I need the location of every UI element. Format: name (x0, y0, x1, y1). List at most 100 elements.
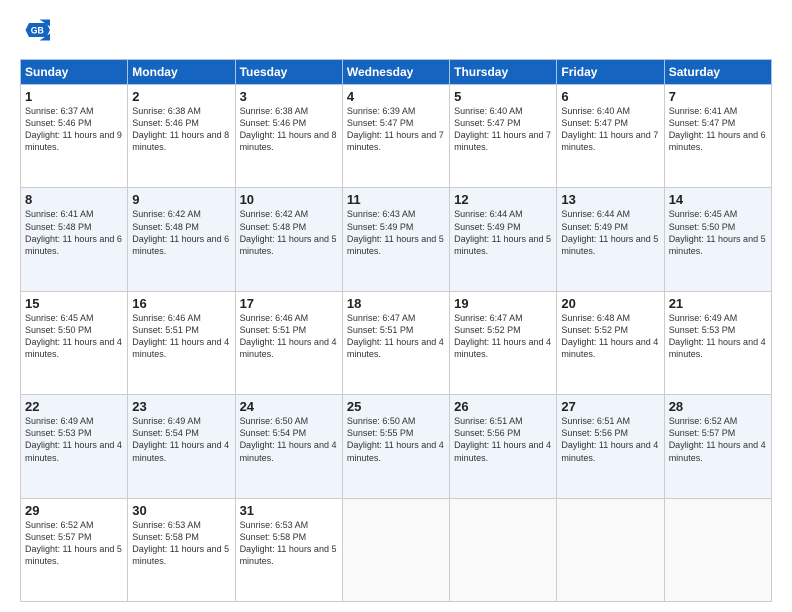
day-number: 6 (561, 89, 659, 104)
cell-details: Sunrise: 6:47 AMSunset: 5:51 PMDaylight:… (347, 312, 445, 361)
day-number: 5 (454, 89, 552, 104)
calendar-cell: 17Sunrise: 6:46 AMSunset: 5:51 PMDayligh… (235, 291, 342, 394)
cell-details: Sunrise: 6:50 AMSunset: 5:55 PMDaylight:… (347, 415, 445, 464)
calendar-cell: 26Sunrise: 6:51 AMSunset: 5:56 PMDayligh… (450, 395, 557, 498)
cell-details: Sunrise: 6:44 AMSunset: 5:49 PMDaylight:… (454, 208, 552, 257)
calendar-cell: 8Sunrise: 6:41 AMSunset: 5:48 PMDaylight… (21, 188, 128, 291)
calendar-cell: 18Sunrise: 6:47 AMSunset: 5:51 PMDayligh… (342, 291, 449, 394)
calendar-cell: 6Sunrise: 6:40 AMSunset: 5:47 PMDaylight… (557, 85, 664, 188)
cell-details: Sunrise: 6:53 AMSunset: 5:58 PMDaylight:… (240, 519, 338, 568)
cell-details: Sunrise: 6:42 AMSunset: 5:48 PMDaylight:… (240, 208, 338, 257)
calendar-cell: 25Sunrise: 6:50 AMSunset: 5:55 PMDayligh… (342, 395, 449, 498)
week-row-4: 22Sunrise: 6:49 AMSunset: 5:53 PMDayligh… (21, 395, 772, 498)
cell-details: Sunrise: 6:37 AMSunset: 5:46 PMDaylight:… (25, 105, 123, 154)
cell-details: Sunrise: 6:38 AMSunset: 5:46 PMDaylight:… (132, 105, 230, 154)
calendar-cell: 16Sunrise: 6:46 AMSunset: 5:51 PMDayligh… (128, 291, 235, 394)
calendar-cell: 28Sunrise: 6:52 AMSunset: 5:57 PMDayligh… (664, 395, 771, 498)
day-number: 8 (25, 192, 123, 207)
calendar-cell: 12Sunrise: 6:44 AMSunset: 5:49 PMDayligh… (450, 188, 557, 291)
cell-details: Sunrise: 6:39 AMSunset: 5:47 PMDaylight:… (347, 105, 445, 154)
weekday-header-wednesday: Wednesday (342, 60, 449, 85)
day-number: 11 (347, 192, 445, 207)
cell-details: Sunrise: 6:45 AMSunset: 5:50 PMDaylight:… (669, 208, 767, 257)
svg-text:GB: GB (31, 26, 44, 36)
cell-details: Sunrise: 6:42 AMSunset: 5:48 PMDaylight:… (132, 208, 230, 257)
week-row-2: 8Sunrise: 6:41 AMSunset: 5:48 PMDaylight… (21, 188, 772, 291)
day-number: 28 (669, 399, 767, 414)
calendar-cell: 31Sunrise: 6:53 AMSunset: 5:58 PMDayligh… (235, 498, 342, 601)
day-number: 13 (561, 192, 659, 207)
cell-details: Sunrise: 6:46 AMSunset: 5:51 PMDaylight:… (132, 312, 230, 361)
weekday-header-thursday: Thursday (450, 60, 557, 85)
calendar-cell (664, 498, 771, 601)
cell-details: Sunrise: 6:53 AMSunset: 5:58 PMDaylight:… (132, 519, 230, 568)
day-number: 26 (454, 399, 552, 414)
calendar-cell: 3Sunrise: 6:38 AMSunset: 5:46 PMDaylight… (235, 85, 342, 188)
week-row-3: 15Sunrise: 6:45 AMSunset: 5:50 PMDayligh… (21, 291, 772, 394)
calendar-cell: 20Sunrise: 6:48 AMSunset: 5:52 PMDayligh… (557, 291, 664, 394)
cell-details: Sunrise: 6:49 AMSunset: 5:53 PMDaylight:… (25, 415, 123, 464)
calendar-cell: 5Sunrise: 6:40 AMSunset: 5:47 PMDaylight… (450, 85, 557, 188)
calendar-cell: 13Sunrise: 6:44 AMSunset: 5:49 PMDayligh… (557, 188, 664, 291)
weekday-header-tuesday: Tuesday (235, 60, 342, 85)
cell-details: Sunrise: 6:45 AMSunset: 5:50 PMDaylight:… (25, 312, 123, 361)
calendar-cell: 21Sunrise: 6:49 AMSunset: 5:53 PMDayligh… (664, 291, 771, 394)
day-number: 22 (25, 399, 123, 414)
cell-details: Sunrise: 6:48 AMSunset: 5:52 PMDaylight:… (561, 312, 659, 361)
calendar-cell: 30Sunrise: 6:53 AMSunset: 5:58 PMDayligh… (128, 498, 235, 601)
week-row-5: 29Sunrise: 6:52 AMSunset: 5:57 PMDayligh… (21, 498, 772, 601)
cell-details: Sunrise: 6:40 AMSunset: 5:47 PMDaylight:… (561, 105, 659, 154)
weekday-header-monday: Monday (128, 60, 235, 85)
cell-details: Sunrise: 6:49 AMSunset: 5:53 PMDaylight:… (669, 312, 767, 361)
calendar-cell: 9Sunrise: 6:42 AMSunset: 5:48 PMDaylight… (128, 188, 235, 291)
day-number: 17 (240, 296, 338, 311)
calendar-cell: 1Sunrise: 6:37 AMSunset: 5:46 PMDaylight… (21, 85, 128, 188)
cell-details: Sunrise: 6:41 AMSunset: 5:48 PMDaylight:… (25, 208, 123, 257)
cell-details: Sunrise: 6:52 AMSunset: 5:57 PMDaylight:… (25, 519, 123, 568)
cell-details: Sunrise: 6:51 AMSunset: 5:56 PMDaylight:… (454, 415, 552, 464)
day-number: 19 (454, 296, 552, 311)
day-number: 1 (25, 89, 123, 104)
calendar-cell: 15Sunrise: 6:45 AMSunset: 5:50 PMDayligh… (21, 291, 128, 394)
day-number: 14 (669, 192, 767, 207)
cell-details: Sunrise: 6:41 AMSunset: 5:47 PMDaylight:… (669, 105, 767, 154)
day-number: 21 (669, 296, 767, 311)
cell-details: Sunrise: 6:50 AMSunset: 5:54 PMDaylight:… (240, 415, 338, 464)
weekday-header-sunday: Sunday (21, 60, 128, 85)
day-number: 15 (25, 296, 123, 311)
calendar-cell: 10Sunrise: 6:42 AMSunset: 5:48 PMDayligh… (235, 188, 342, 291)
cell-details: Sunrise: 6:52 AMSunset: 5:57 PMDaylight:… (669, 415, 767, 464)
day-number: 4 (347, 89, 445, 104)
weekday-header-saturday: Saturday (664, 60, 771, 85)
cell-details: Sunrise: 6:43 AMSunset: 5:49 PMDaylight:… (347, 208, 445, 257)
day-number: 2 (132, 89, 230, 104)
cell-details: Sunrise: 6:40 AMSunset: 5:47 PMDaylight:… (454, 105, 552, 154)
header: GB (20, 16, 772, 49)
calendar-cell: 29Sunrise: 6:52 AMSunset: 5:57 PMDayligh… (21, 498, 128, 601)
calendar-cell: 11Sunrise: 6:43 AMSunset: 5:49 PMDayligh… (342, 188, 449, 291)
cell-details: Sunrise: 6:44 AMSunset: 5:49 PMDaylight:… (561, 208, 659, 257)
day-number: 7 (669, 89, 767, 104)
calendar-cell: 4Sunrise: 6:39 AMSunset: 5:47 PMDaylight… (342, 85, 449, 188)
week-row-1: 1Sunrise: 6:37 AMSunset: 5:46 PMDaylight… (21, 85, 772, 188)
calendar-cell: 7Sunrise: 6:41 AMSunset: 5:47 PMDaylight… (664, 85, 771, 188)
day-number: 16 (132, 296, 230, 311)
logo: GB (20, 16, 52, 49)
calendar-cell: 24Sunrise: 6:50 AMSunset: 5:54 PMDayligh… (235, 395, 342, 498)
calendar-table: SundayMondayTuesdayWednesdayThursdayFrid… (20, 59, 772, 602)
day-number: 29 (25, 503, 123, 518)
cell-details: Sunrise: 6:47 AMSunset: 5:52 PMDaylight:… (454, 312, 552, 361)
calendar-cell: 22Sunrise: 6:49 AMSunset: 5:53 PMDayligh… (21, 395, 128, 498)
day-number: 23 (132, 399, 230, 414)
day-number: 10 (240, 192, 338, 207)
calendar-cell: 14Sunrise: 6:45 AMSunset: 5:50 PMDayligh… (664, 188, 771, 291)
day-number: 20 (561, 296, 659, 311)
cell-details: Sunrise: 6:46 AMSunset: 5:51 PMDaylight:… (240, 312, 338, 361)
day-number: 9 (132, 192, 230, 207)
calendar-cell: 2Sunrise: 6:38 AMSunset: 5:46 PMDaylight… (128, 85, 235, 188)
page: GB SundayMondayTuesdayWednesdayThursdayF… (0, 0, 792, 612)
day-number: 27 (561, 399, 659, 414)
weekday-header-row: SundayMondayTuesdayWednesdayThursdayFrid… (21, 60, 772, 85)
calendar-cell (450, 498, 557, 601)
day-number: 12 (454, 192, 552, 207)
